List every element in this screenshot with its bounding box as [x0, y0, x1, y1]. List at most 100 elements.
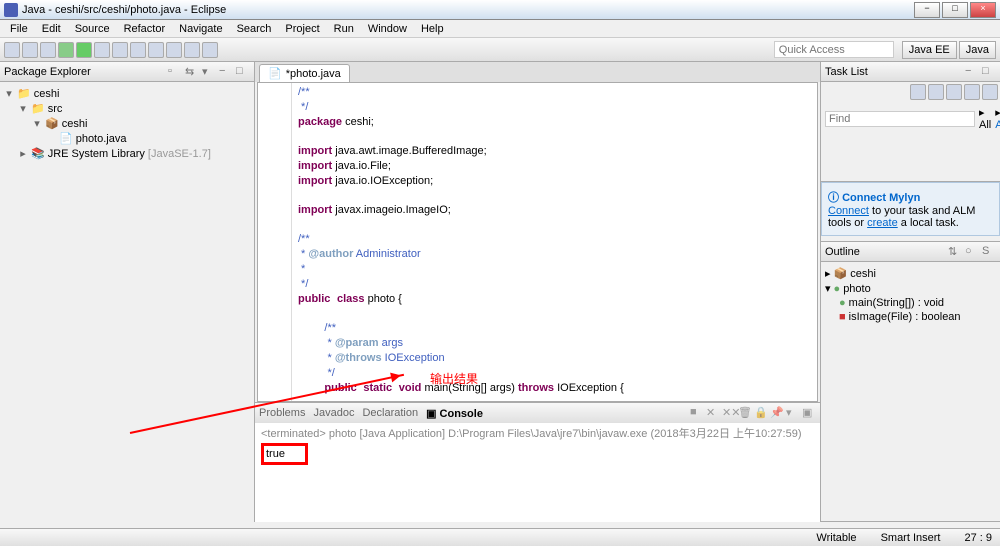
collapse-icon[interactable]: [964, 84, 980, 100]
window-controls: − □ ×: [912, 2, 996, 18]
maximize-view-icon[interactable]: □: [982, 65, 996, 79]
pin-console-icon[interactable]: 📌: [770, 406, 784, 420]
minimize-button[interactable]: −: [914, 2, 940, 18]
run-icon[interactable]: [76, 42, 92, 58]
outline-class[interactable]: ▾ ● photo: [825, 281, 996, 296]
file-node[interactable]: 📄 photo.java: [4, 131, 250, 146]
hide-fields-icon[interactable]: ○: [965, 245, 979, 259]
task-activate[interactable]: ▸ Activate...: [995, 106, 1000, 131]
save-all-icon[interactable]: [40, 42, 56, 58]
menu-search[interactable]: Search: [231, 23, 278, 35]
mylyn-create-link[interactable]: create: [867, 217, 898, 229]
status-bar: Writable Smart Insert 27 : 9: [0, 528, 1000, 546]
terminate-icon[interactable]: ■: [690, 406, 704, 420]
menu-refactor[interactable]: Refactor: [118, 23, 172, 35]
ext-tools-icon[interactable]: [94, 42, 110, 58]
tab-javadoc[interactable]: Javadoc: [313, 407, 354, 419]
project-node[interactable]: ▾📁 ceshi: [4, 86, 250, 101]
tab-problems[interactable]: Problems: [259, 407, 305, 419]
save-icon[interactable]: [22, 42, 38, 58]
code-content[interactable]: /** */ package ceshi; import java.awt.im…: [258, 83, 817, 402]
task-find-input[interactable]: [825, 111, 975, 127]
sort-icon[interactable]: ⇅: [948, 245, 962, 259]
view-menu-icon[interactable]: ▾: [202, 65, 216, 79]
package-explorer-title: Package Explorer: [4, 66, 165, 78]
outline-header: Outline ⇅ ○ S: [821, 242, 1000, 262]
hide-static-icon[interactable]: S: [982, 245, 996, 259]
eclipse-icon: [4, 3, 18, 17]
new-class-icon[interactable]: [112, 42, 128, 58]
open-type-icon[interactable]: [148, 42, 164, 58]
display-console-icon[interactable]: ▾: [786, 406, 800, 420]
menu-project[interactable]: Project: [279, 23, 325, 35]
scroll-lock-icon[interactable]: 🔒: [754, 406, 768, 420]
minimize-view-icon[interactable]: −: [219, 65, 233, 79]
tab-console[interactable]: ▣ Console: [426, 407, 483, 420]
new-icon[interactable]: [4, 42, 20, 58]
connect-mylyn-panel: ⓘ Connect Mylyn Connect to your task and…: [821, 182, 1000, 236]
window-title: Java - ceshi/src/ceshi/photo.java - Ecli…: [22, 4, 226, 16]
menu-source[interactable]: Source: [69, 23, 116, 35]
editor-tab-photo[interactable]: 📄 *photo.java: [259, 64, 350, 82]
outline-main[interactable]: ● main(String[]) : void: [825, 296, 996, 310]
task-list-header: Task List − □: [821, 62, 1000, 82]
code-editor[interactable]: /** */ package ceshi; import java.awt.im…: [257, 82, 818, 402]
package-explorer-header: Package Explorer ▫ ⇆ ▾ − □: [0, 62, 254, 82]
remove-launch-icon[interactable]: ✕: [706, 406, 720, 420]
jre-node[interactable]: ▸📚 JRE System Library [JavaSE-1.7]: [4, 146, 250, 161]
outline-isimage[interactable]: ■ isImage(File) : boolean: [825, 310, 996, 324]
menu-file[interactable]: File: [4, 23, 34, 35]
clear-console-icon[interactable]: 🗑: [738, 406, 752, 420]
perspective-java[interactable]: Java: [959, 41, 996, 59]
menu-edit[interactable]: Edit: [36, 23, 67, 35]
menu-help[interactable]: Help: [415, 23, 450, 35]
src-node[interactable]: ▾📁 src: [4, 101, 250, 116]
minimize-view-icon[interactable]: −: [965, 65, 979, 79]
annotation-text: 输出结果: [430, 370, 478, 387]
maximize-button[interactable]: □: [942, 2, 968, 18]
console-output: true: [266, 448, 285, 460]
package-explorer-tree[interactable]: ▾📁 ceshi ▾📁 src ▾📦 ceshi 📄 photo.java ▸📚…: [0, 82, 254, 165]
search-icon[interactable]: [166, 42, 182, 58]
close-button[interactable]: ×: [970, 2, 996, 18]
link-editor-icon[interactable]: ⇆: [185, 65, 199, 79]
package-node[interactable]: ▾📦 ceshi: [4, 116, 250, 131]
mylyn-connect-link[interactable]: Connect: [828, 205, 869, 217]
menu-run[interactable]: Run: [328, 23, 360, 35]
maximize-view-icon[interactable]: □: [236, 65, 250, 79]
status-position: 27 : 9: [964, 532, 992, 544]
sync-icon[interactable]: [946, 84, 962, 100]
task-list-title: Task List: [825, 66, 962, 78]
perspective-switcher: Java EE Java: [902, 41, 996, 59]
debug-icon[interactable]: [58, 42, 74, 58]
console-terminated-line: <terminated> photo [Java Application] D:…: [261, 425, 814, 441]
toolbar: Java EE Java: [0, 38, 1000, 62]
tab-declaration[interactable]: Declaration: [362, 407, 418, 419]
back-icon[interactable]: [184, 42, 200, 58]
mylyn-title: Connect Mylyn: [842, 192, 920, 204]
editor-gutter: [258, 83, 292, 401]
remove-all-icon[interactable]: ✕✕: [722, 406, 736, 420]
editor-tabs: 📄 *photo.java: [255, 62, 820, 82]
focus-icon[interactable]: [982, 84, 998, 100]
menu-window[interactable]: Window: [362, 23, 413, 35]
perspective-javaee[interactable]: Java EE: [902, 41, 957, 59]
console-output-highlight: true: [261, 443, 308, 465]
menubar: File Edit Source Refactor Navigate Searc…: [0, 20, 1000, 38]
collapse-all-icon[interactable]: ▫: [168, 65, 182, 79]
quick-access-input[interactable]: [774, 41, 894, 58]
forward-icon[interactable]: [202, 42, 218, 58]
open-console-icon[interactable]: ▣: [802, 406, 816, 420]
titlebar: Java - ceshi/src/ceshi/photo.java - Ecli…: [0, 0, 1000, 20]
new-task-icon[interactable]: [910, 84, 926, 100]
outline-package[interactable]: ▸ 📦 ceshi: [825, 266, 996, 281]
menu-navigate[interactable]: Navigate: [173, 23, 228, 35]
console-view[interactable]: <terminated> photo [Java Application] D:…: [255, 423, 820, 522]
task-all[interactable]: ▸ All: [979, 106, 991, 131]
outline-title: Outline: [825, 246, 945, 258]
new-package-icon[interactable]: [130, 42, 146, 58]
status-writable: Writable: [816, 532, 856, 544]
bottom-tabs: Problems Javadoc Declaration ▣ Console ■…: [255, 403, 820, 423]
status-insert: Smart Insert: [881, 532, 941, 544]
categorize-icon[interactable]: [928, 84, 944, 100]
